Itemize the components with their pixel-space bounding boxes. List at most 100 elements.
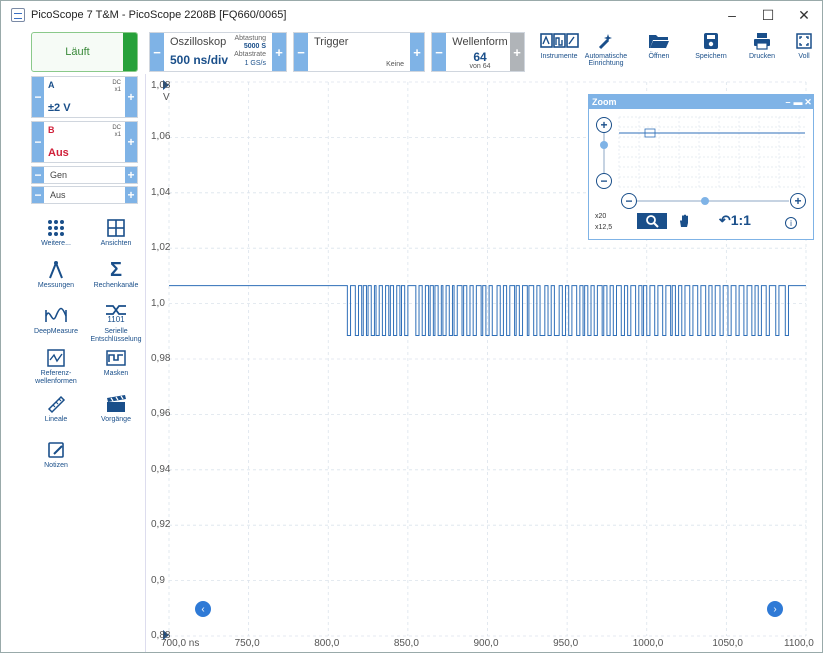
- trigger-mode[interactable]: Keine: [386, 61, 404, 68]
- deepmeasure-label: DeepMeasure: [34, 328, 78, 335]
- actions-button[interactable]: Vorgänge: [81, 392, 151, 424]
- channel-a-decrease-button[interactable]: −: [32, 77, 44, 117]
- pan-tool-button[interactable]: [669, 213, 699, 229]
- serial-decoding-button[interactable]: 1101 Serielle Entschlüsselung: [81, 300, 151, 344]
- zoom-out-vertical-button[interactable]: −: [596, 173, 612, 189]
- zoom-panel-title: Zoom: [592, 97, 617, 107]
- channel-a-control[interactable]: − A DC x1 ±2 V +: [31, 76, 138, 118]
- waveform-next-button[interactable]: +: [510, 33, 524, 71]
- y-tick-label: 0,9: [151, 574, 165, 586]
- serial-decode-icon-text: 1101: [107, 315, 125, 324]
- scroll-left-button[interactable]: ‹: [195, 601, 211, 617]
- x-tick-label: 1100,0: [784, 638, 814, 649]
- zoom-tool-button[interactable]: [637, 213, 667, 229]
- x-tick-label: 950,0: [553, 638, 579, 649]
- channel-a-range[interactable]: ±2 V: [48, 102, 71, 114]
- zoom-reset-label: 1:1: [730, 212, 751, 228]
- trigger-control: − Trigger Keine +: [293, 32, 425, 72]
- oscilloscope-title: Oszilloskop: [170, 36, 227, 48]
- open-button[interactable]: Öffnen: [634, 32, 684, 72]
- caliper-icon: [49, 261, 63, 279]
- y-unit-label: V: [163, 92, 170, 103]
- generator-decrease-button[interactable]: −: [32, 167, 44, 183]
- timebase-value[interactable]: 500 ns/div: [170, 53, 228, 67]
- zoom-in-vertical-button[interactable]: +: [596, 117, 612, 133]
- generator-increase-button[interactable]: +: [125, 167, 137, 183]
- generator-value-row[interactable]: − Aus +: [31, 186, 138, 204]
- generator-value-increase-button[interactable]: +: [125, 187, 137, 203]
- x-tick-label: 800,0: [314, 638, 340, 649]
- waveform-previous-button[interactable]: −: [432, 33, 446, 71]
- instruments-button[interactable]: Instrumente: [534, 32, 584, 72]
- run-stop-button[interactable]: Läuft: [31, 32, 138, 72]
- x-tick-label: 750,0: [234, 638, 260, 649]
- x-tick-label: 700,0 ns: [161, 638, 200, 649]
- close-button[interactable]: ✕: [786, 7, 822, 24]
- zoom-panel-header[interactable]: Zoom – ▬ ✕: [589, 95, 813, 109]
- zoom-out-horizontal-button[interactable]: −: [621, 193, 637, 209]
- waveform-number[interactable]: 64: [452, 50, 508, 64]
- zoom-minimize-button[interactable]: –: [783, 97, 793, 107]
- trigger-decrease-button[interactable]: −: [294, 33, 308, 71]
- zoom-close-button[interactable]: ✕: [803, 97, 813, 108]
- magnifier-icon: [646, 215, 659, 228]
- y-tick-label: 0,96: [151, 408, 171, 420]
- channel-b-control[interactable]: − B DC x1 Aus +: [31, 121, 138, 163]
- zoom-reset-button[interactable]: ↶1:1: [719, 212, 751, 229]
- instruments-label: Instrumente: [540, 53, 578, 60]
- sample-rate-label: Abtastrate: [234, 51, 266, 58]
- masks-button[interactable]: Masken: [81, 346, 151, 378]
- channel-b-range[interactable]: Aus: [48, 147, 69, 159]
- chevron-right-icon: ›: [773, 603, 777, 615]
- generator-value-decrease-button[interactable]: −: [32, 187, 44, 203]
- y-tick-label: 1,04: [151, 186, 171, 198]
- save-icon: [704, 33, 718, 49]
- title-bar: PicoScope 7 T&M - PicoScope 2208B [FQ660…: [1, 1, 822, 29]
- zoom-panel[interactable]: Zoom – ▬ ✕ + − − + x20 x12,5 ↶1:1 i: [588, 94, 814, 240]
- print-button[interactable]: Drucken: [737, 32, 787, 72]
- views-button[interactable]: Ansichten: [81, 216, 151, 248]
- minimize-button[interactable]: –: [714, 7, 750, 23]
- zoom-in-horizontal-button[interactable]: +: [790, 193, 806, 209]
- auto-setup-button[interactable]: Automatische Einrichtung: [581, 32, 631, 72]
- zoom-maximize-button[interactable]: ▬: [793, 97, 803, 107]
- trigger-increase-button[interactable]: +: [410, 33, 424, 71]
- channel-b-increase-button[interactable]: +: [125, 122, 137, 162]
- more-dots-icon: [48, 220, 64, 236]
- window-title: PicoScope 7 T&M - PicoScope 2208B [FQ660…: [31, 9, 287, 21]
- save-button[interactable]: Speichern: [686, 32, 736, 72]
- maximize-button[interactable]: ☐: [750, 7, 786, 24]
- fullscreen-button[interactable]: Voll: [786, 32, 822, 72]
- y-tick-label: 1,06: [151, 131, 171, 143]
- math-channels-button[interactable]: Σ Rechenkanäle: [81, 258, 151, 290]
- y-tick-label: 1,02: [151, 242, 171, 254]
- channel-b-name: B: [48, 125, 55, 135]
- fullscreen-label: Voll: [798, 53, 810, 60]
- timebase-increase-button[interactable]: +: [272, 33, 286, 71]
- generator-label-row[interactable]: − Gen +: [31, 166, 138, 184]
- notes-icon: [48, 442, 64, 458]
- print-icon: [754, 33, 770, 50]
- instruments-icon: [540, 33, 579, 48]
- folder-open-icon: [649, 35, 669, 48]
- channel-b-decrease-button[interactable]: −: [32, 122, 44, 162]
- y-tick-label: 0,98: [151, 353, 171, 364]
- auto-setup-icon: [598, 34, 612, 50]
- reference-waveform-icon: [47, 349, 65, 367]
- timebase-decrease-button[interactable]: −: [150, 33, 164, 71]
- notes-button[interactable]: Notizen: [21, 438, 91, 470]
- print-label: Drucken: [748, 53, 776, 60]
- views-label: Ansichten: [100, 240, 132, 247]
- zoom-overview: [600, 116, 805, 205]
- channel-a-increase-button[interactable]: +: [125, 77, 137, 117]
- waveform-control: − Wellenform 64 von 64 +: [431, 32, 525, 72]
- scroll-right-button[interactable]: ›: [767, 601, 783, 617]
- reference-waveforms-label: Referenz-wellenformen: [35, 370, 77, 385]
- chevron-left-icon: ‹: [201, 603, 205, 615]
- y-tick-label: 1,0: [151, 297, 165, 309]
- info-icon[interactable]: i: [785, 217, 797, 229]
- x-tick-label: 1050,0: [712, 638, 743, 649]
- waveform-title: Wellenform: [452, 36, 508, 48]
- left-panel: − A DC x1 ±2 V + − B DC x1 Aus + − Gen + −…: [1, 74, 146, 652]
- masks-label: Masken: [103, 370, 129, 377]
